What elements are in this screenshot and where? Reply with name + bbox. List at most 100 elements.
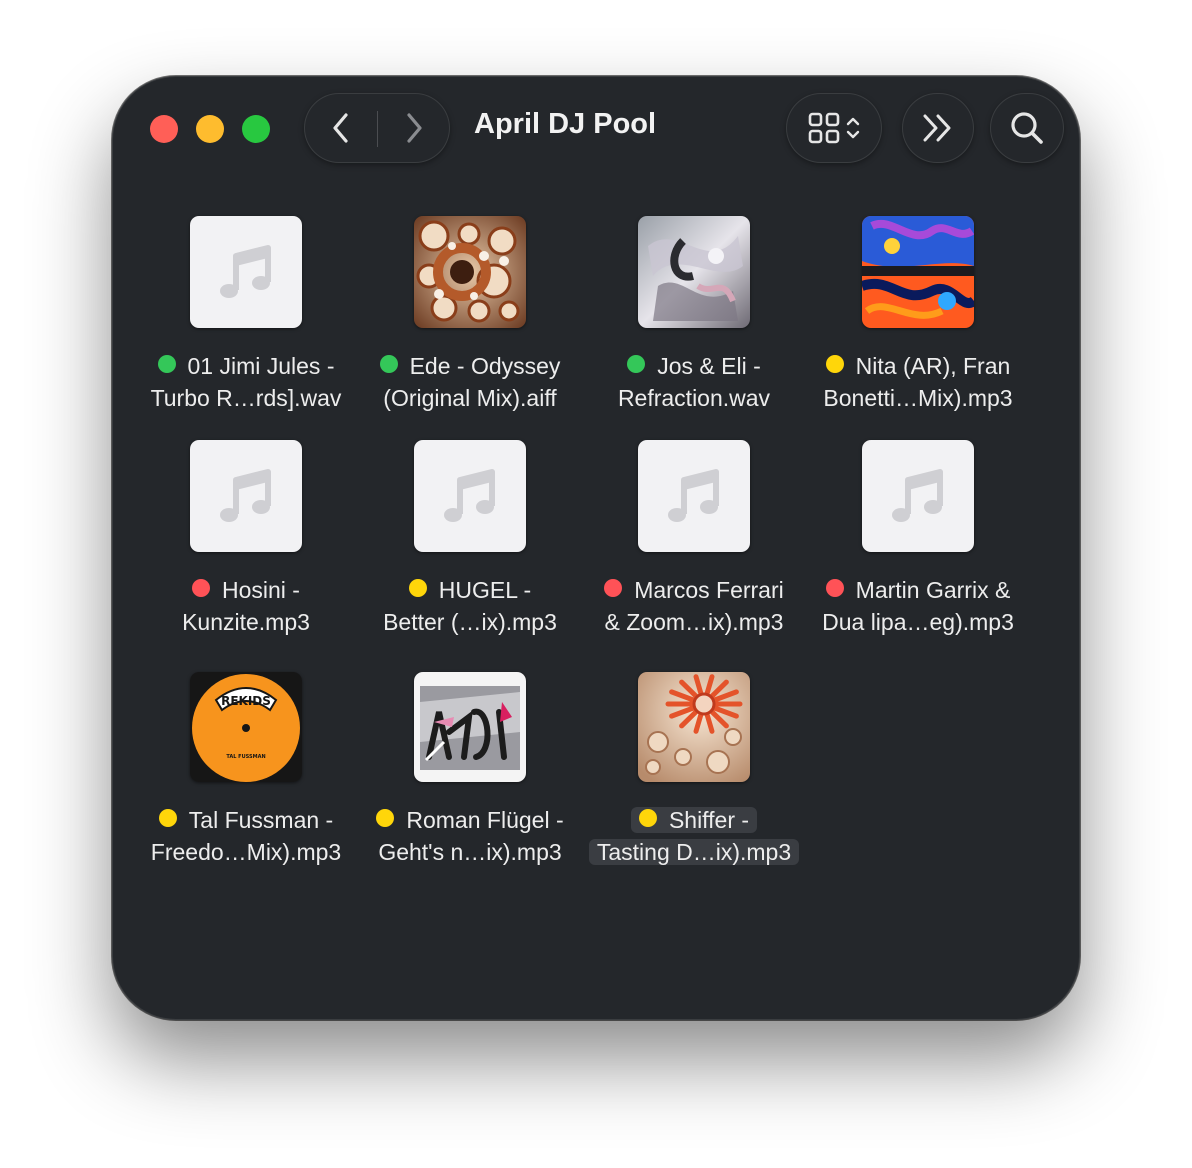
file-item[interactable]: Nita (AR), Fran Bonetti…Mix).mp3: [806, 196, 1030, 420]
file-name-line-2: Refraction.wav: [617, 385, 771, 411]
audio-file-icon[interactable]: [414, 440, 526, 552]
file-name-line-1: Roman Flügel -: [376, 807, 564, 833]
file-name-text: 01 Jimi Jules -: [187, 353, 335, 379]
zoom-window-button[interactable]: [242, 115, 270, 143]
file-name-line-2: Freedo…Mix).mp3: [150, 839, 342, 865]
file-item[interactable]: Ede - Odyssey (Original Mix).aiff: [358, 196, 582, 420]
color-tag-dot: [825, 355, 844, 373]
audio-file-icon[interactable]: [190, 216, 302, 328]
file-name-label[interactable]: HUGEL - Better (…ix).mp3: [383, 574, 557, 638]
file-name-line-1: Jos & Eli -: [627, 353, 761, 379]
file-item[interactable]: Martin Garrix & Dua lipa…eg).mp3: [806, 420, 1030, 644]
file-name-text: HUGEL -: [438, 577, 532, 603]
file-name-line-1: Marcos Ferrari: [604, 577, 784, 603]
file-name-label[interactable]: Nita (AR), Fran Bonetti…Mix).mp3: [823, 350, 1012, 414]
file-name-label[interactable]: Hosini - Kunzite.mp3: [182, 574, 310, 638]
chevron-up-down-icon: [846, 117, 860, 139]
music-note-icon: [220, 245, 271, 298]
file-name-line-1: 01 Jimi Jules -: [157, 353, 335, 379]
file-item[interactable]: 01 Jimi Jules - Turbo R…rds].wav: [134, 196, 358, 420]
file-name-text: Shiffer -: [668, 807, 750, 833]
color-tag-dot: [408, 579, 427, 597]
more-toolbar-items-button[interactable]: [902, 93, 974, 163]
file-name-text: Marcos Ferrari: [634, 577, 784, 603]
album-art-thumbnail[interactable]: [862, 216, 974, 328]
album-art-thumbnail[interactable]: [414, 672, 526, 782]
music-note-icon: [220, 469, 271, 522]
file-item[interactable]: HUGEL - Better (…ix).mp3: [358, 420, 582, 644]
color-tag-dot: [192, 579, 210, 597]
color-tag-dot: [638, 809, 657, 827]
file-item[interactable]: Roman Flügel - Geht's n…ix).mp3: [358, 644, 582, 868]
label-artist-text: TAL FUSSMAN: [226, 754, 265, 760]
forward-button[interactable]: [378, 94, 450, 162]
color-tag-dot: [376, 809, 395, 827]
file-name-label[interactable]: Shiffer - Tasting D…ix).mp3: [588, 804, 800, 868]
file-name-label[interactable]: Ede - Odyssey (Original Mix).aiff: [379, 350, 561, 414]
music-note-icon: [444, 469, 495, 522]
file-item[interactable]: Shiffer - Tasting D…ix).mp3: [582, 644, 806, 868]
chevron-left-icon: [333, 113, 348, 143]
file-name-line-2: Dua lipa…eg).mp3: [822, 609, 1014, 635]
file-name-line-2: Better (…ix).mp3: [383, 609, 557, 635]
album-art-thumbnail[interactable]: [638, 216, 750, 328]
double-chevron-right-icon: [923, 114, 951, 142]
album-art-thumbnail[interactable]: [638, 672, 750, 782]
album-art-image: REKIDS TAL FUSSMAN: [190, 672, 302, 782]
album-art-thumbnail[interactable]: [414, 216, 526, 328]
color-tag-dot: [379, 355, 398, 373]
album-art-image: [414, 216, 526, 328]
audio-file-icon[interactable]: [638, 440, 750, 552]
chevron-right-icon: [407, 113, 422, 143]
file-name-label[interactable]: Jos & Eli - Refraction.wav: [618, 350, 770, 414]
file-name-text: Ede - Odyssey: [409, 353, 561, 379]
music-note-icon: [668, 469, 719, 522]
file-name-line-1: Shiffer -: [630, 807, 758, 833]
file-name-label[interactable]: Roman Flügel - Geht's n…ix).mp3: [376, 804, 564, 868]
file-name-line-2: & Zoom…ix).mp3: [604, 609, 784, 635]
file-name-line-1: Nita (AR), Fran: [825, 353, 1011, 379]
file-name-line-1: Tal Fussman -: [158, 807, 333, 833]
close-window-button[interactable]: [150, 115, 178, 143]
window-title: April DJ Pool: [474, 108, 657, 140]
file-name-line-2: Bonetti…Mix).mp3: [823, 385, 1013, 411]
color-tag-dot: [604, 579, 623, 597]
file-name-line-2: Tasting D…ix).mp3: [588, 839, 800, 865]
finder-window: April DJ Pool 01 Jimi Jules - Turbo R…rds…: [112, 76, 1080, 1020]
file-name-line-2: Turbo R…rds].wav: [150, 385, 342, 411]
view-mode-button[interactable]: [786, 93, 882, 163]
label-logo-text: REKIDS: [221, 694, 271, 708]
file-name-line-1: Martin Garrix &: [825, 577, 1011, 603]
navigation-group: [304, 93, 450, 163]
file-item[interactable]: REKIDS TAL FUSSMAN Tal Fussman - Freedo…M…: [134, 644, 358, 868]
file-item[interactable]: Marcos Ferrari & Zoom…ix).mp3: [582, 420, 806, 644]
file-name-text: Jos & Eli -: [657, 353, 761, 379]
search-button[interactable]: [990, 93, 1064, 163]
file-item[interactable]: Hosini - Kunzite.mp3: [134, 420, 358, 644]
search-icon: [1011, 112, 1043, 144]
audio-file-icon[interactable]: [862, 440, 974, 552]
album-art-image: [638, 672, 750, 782]
file-name-line-1: Hosini -: [192, 577, 300, 603]
file-name-label[interactable]: Marcos Ferrari & Zoom…ix).mp3: [604, 574, 784, 638]
file-name-label[interactable]: Tal Fussman - Freedo…Mix).mp3: [151, 804, 341, 868]
file-name-text: Martin Garrix &: [855, 577, 1011, 603]
minimize-window-button[interactable]: [196, 115, 224, 143]
back-button[interactable]: [305, 94, 377, 162]
file-name-text: Hosini -: [222, 577, 300, 603]
file-name-label[interactable]: 01 Jimi Jules - Turbo R…rds].wav: [151, 350, 342, 414]
music-note-icon: [892, 469, 943, 522]
album-art-image: [638, 216, 750, 328]
file-name-label[interactable]: Martin Garrix & Dua lipa…eg).mp3: [822, 574, 1014, 638]
file-name-text: Roman Flügel -: [406, 807, 564, 833]
file-item[interactable]: Jos & Eli - Refraction.wav: [582, 196, 806, 420]
album-art-thumbnail[interactable]: REKIDS TAL FUSSMAN: [190, 672, 302, 782]
color-tag-dot: [627, 355, 646, 373]
file-name-text: Nita (AR), Fran: [855, 353, 1011, 379]
file-name-line-1: Ede - Odyssey: [379, 353, 561, 379]
file-icon-grid: 01 Jimi Jules - Turbo R…rds].wav Ede - Od…: [134, 196, 1034, 868]
album-art-image: [862, 216, 974, 328]
grid-view-icon: [808, 112, 840, 144]
audio-file-icon[interactable]: [190, 440, 302, 552]
color-tag-dot: [157, 355, 176, 373]
